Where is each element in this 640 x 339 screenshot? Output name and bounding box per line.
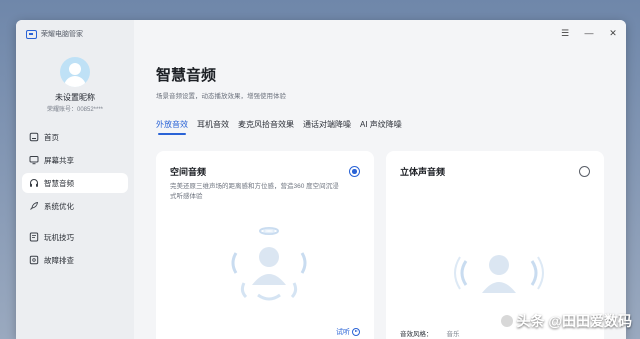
stereo-audio-radio[interactable] [579, 166, 590, 177]
app-brand: 荣耀电脑管家 [26, 29, 83, 39]
sound-style-value[interactable]: 音乐 [447, 328, 460, 338]
sidebar: 荣耀电脑管家 未设置昵称 荣耀账号：00852**** 首页 屏幕共享 智慧音频… [16, 20, 134, 339]
tab-headphone-effect[interactable]: 耳机音效 [197, 119, 229, 135]
spatial-audio-card[interactable]: 空间音频 完美还原三维声场的距离感和方位感，营造360 度空间沉浸式听感体验 试… [156, 151, 374, 339]
sidebar-item-system-optimize[interactable]: 系统优化 [22, 196, 128, 216]
tab-mic-pickup[interactable]: 麦克风拾音效果 [238, 119, 294, 135]
watermark-avatar-icon [501, 315, 514, 327]
user-name[interactable]: 未设置昵称 [16, 92, 134, 103]
tips-icon [28, 231, 40, 243]
sound-style-row[interactable]: 音效风格： 音乐 [400, 328, 460, 338]
headphone-icon [28, 177, 40, 189]
watermark: 头条 @田田爱数码 [501, 311, 632, 331]
sound-style-label: 音效风格： [400, 331, 433, 338]
home-icon [28, 131, 40, 143]
sidebar-item-home[interactable]: 首页 [22, 127, 128, 147]
spatial-audio-illustration [231, 227, 307, 301]
sidebar-item-label: 智慧音频 [44, 178, 74, 188]
sidebar-item-screen-share[interactable]: 屏幕共享 [22, 150, 128, 170]
spatial-audio-radio[interactable] [349, 166, 360, 177]
app-logo-icon [26, 29, 37, 39]
card-title: 立体声音频 [400, 167, 446, 177]
tab-ai-voiceprint[interactable]: AI 声纹降噪 [360, 119, 402, 135]
tab-bar: 外放音效 耳机音效 麦克风拾音效果 通话对端降噪 AI 声纹降噪 [156, 119, 402, 135]
sidebar-nav: 首页 屏幕共享 智慧音频 系统优化 玩机技巧 故障排查 [22, 127, 128, 273]
app-name: 荣耀电脑管家 [41, 31, 83, 38]
tab-call-noise-reduction[interactable]: 通话对端降噪 [303, 119, 351, 135]
card-description: 完美还原三维声场的距离感和方位感，营造360 度空间沉浸式听感体验 [170, 183, 339, 200]
sidebar-item-tips[interactable]: 玩机技巧 [22, 227, 128, 247]
app-window: 荣耀电脑管家 未设置昵称 荣耀账号：00852**** 首页 屏幕共享 智慧音频… [16, 20, 626, 339]
main-panel: ☰ — ✕ 智慧音频 场景音频设置，动态播放效果，增强使用体验 外放音效 耳机音… [134, 20, 626, 339]
page-title: 智慧音频 [156, 67, 217, 84]
sidebar-item-label: 故障排查 [44, 255, 74, 265]
spatial-listen-button[interactable]: 试听 [336, 327, 360, 337]
screen-share-icon [28, 154, 40, 166]
sidebar-item-label: 玩机技巧 [44, 232, 74, 242]
close-icon[interactable]: ✕ [608, 28, 618, 38]
sidebar-item-label: 屏幕共享 [44, 155, 74, 165]
sidebar-item-label: 首页 [44, 132, 59, 142]
play-icon [352, 328, 360, 336]
sidebar-item-troubleshoot[interactable]: 故障排查 [22, 250, 128, 270]
menu-icon[interactable]: ☰ [560, 28, 570, 38]
sidebar-item-label: 系统优化 [44, 201, 74, 211]
sidebar-item-smart-audio[interactable]: 智慧音频 [22, 173, 128, 193]
card-title: 空间音频 [170, 167, 207, 177]
window-controls: ☰ — ✕ [560, 28, 618, 38]
rocket-icon [28, 200, 40, 212]
troubleshoot-icon [28, 254, 40, 266]
user-account: 荣耀账号：00852**** [46, 107, 104, 113]
minimize-icon[interactable]: — [584, 28, 594, 38]
avatar[interactable] [60, 57, 90, 87]
page-subtitle: 场景音频设置，动态播放效果，增强使用体验 [156, 93, 286, 100]
tab-speaker-effect[interactable]: 外放音效 [156, 119, 188, 135]
